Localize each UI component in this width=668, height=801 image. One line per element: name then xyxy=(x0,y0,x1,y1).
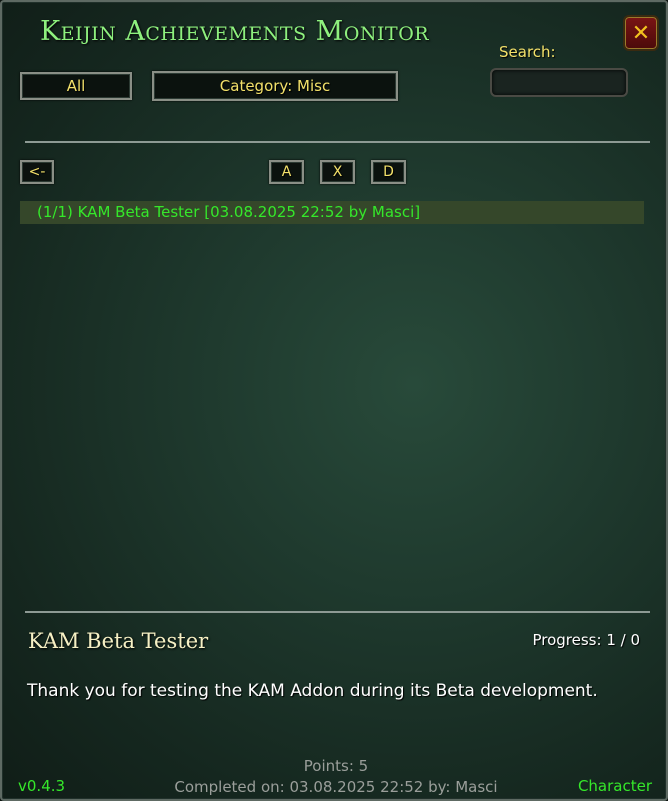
back-button[interactable]: <- xyxy=(20,160,54,184)
close-button[interactable]: ✕ xyxy=(623,15,659,51)
d-button[interactable]: D xyxy=(371,160,406,184)
bottom-divider xyxy=(25,611,650,613)
achievement-list-item[interactable]: (1/1) KAM Beta Tester [03.08.2025 22:52 … xyxy=(20,201,644,224)
close-icon: ✕ xyxy=(631,20,651,46)
achievement-description: Thank you for testing the KAM Addon duri… xyxy=(27,681,598,701)
category-filter-button[interactable]: Category: Misc xyxy=(152,71,398,101)
achievement-points: Points: 5 xyxy=(303,757,369,775)
filter-all-button[interactable]: All xyxy=(20,72,132,100)
achievement-progress: Progress: 1 / 0 xyxy=(532,631,640,649)
window-title: Keijin Achievements Monitor xyxy=(40,16,430,47)
top-divider xyxy=(25,141,650,143)
search-input[interactable] xyxy=(490,68,628,97)
version-label: v0.4.3 xyxy=(18,777,66,795)
search-label: Search: xyxy=(499,43,556,61)
achievement-completed-on: Completed on: 03.08.2025 22:52 by: Masci xyxy=(174,778,498,796)
x-button[interactable]: X xyxy=(320,160,355,184)
achievement-detail-name: KAM Beta Tester xyxy=(28,629,209,653)
a-button[interactable]: A xyxy=(269,160,304,184)
character-link[interactable]: Character xyxy=(578,777,652,795)
achievements-window: Keijin Achievements Monitor ✕ Search: Al… xyxy=(0,0,668,801)
